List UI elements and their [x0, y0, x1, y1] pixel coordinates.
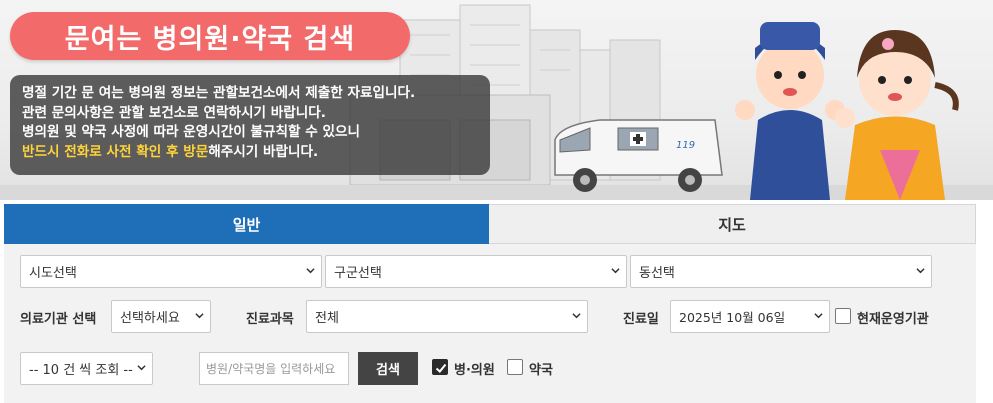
gugun-select[interactable]: 구군선택	[325, 255, 627, 288]
open-now-label: 현재운영기관	[857, 312, 929, 327]
boy-character-illustration	[735, 22, 845, 200]
date-select[interactable]: 2025년 10월 06일	[670, 300, 830, 333]
chevron-down-icon	[137, 364, 146, 370]
girl-character-illustration	[835, 30, 959, 200]
pharmacy-checkbox[interactable]	[507, 359, 523, 375]
chevron-down-icon	[572, 312, 581, 318]
dong-select-value: 동선택	[639, 266, 675, 281]
search-filter-panel: 시도선택 구군선택 동선택 의료기관 선택 선택하세요 진료과목 전체 진료일 …	[4, 244, 976, 403]
view-tabs: 일반 지도	[4, 204, 976, 244]
notice-box: 명절 기간 문 여는 병의원 정보는 관할보건소에서 제출한 자료입니다. 관련…	[10, 75, 490, 175]
department-select-value: 전체	[315, 311, 339, 326]
hospital-checkbox[interactable]	[432, 359, 448, 375]
chevron-down-icon	[306, 267, 315, 273]
tab-general[interactable]: 일반	[4, 204, 489, 244]
page-size-select[interactable]: -- 10 건 씩 조회 --	[20, 352, 153, 385]
ambulance-illustration: 119	[554, 119, 723, 192]
chevron-down-icon	[195, 312, 204, 318]
hospital-label: 병·의원	[454, 363, 495, 378]
open-now-checkbox[interactable]	[835, 308, 851, 324]
chevron-down-icon	[916, 267, 925, 273]
notice-highlight: 반드시 전화로 사전 확인 후 방문	[22, 143, 209, 160]
notice-line-rest: 해주시기 바랍니다.	[208, 143, 319, 160]
sido-select-value: 시도선택	[29, 266, 77, 281]
department-select[interactable]: 전체	[306, 300, 588, 333]
date-label: 진료일	[623, 312, 659, 327]
pharmacy-label: 약국	[529, 363, 553, 378]
gugun-select-value: 구군선택	[334, 266, 382, 281]
search-input[interactable]	[199, 352, 349, 385]
department-label: 진료과목	[246, 312, 294, 327]
institution-label: 의료기관 선택	[20, 312, 97, 327]
date-select-value: 2025년 10월 06일	[679, 310, 786, 325]
institution-select[interactable]: 선택하세요	[111, 300, 211, 333]
chevron-down-icon	[611, 267, 620, 273]
page-size-select-value: -- 10 건 씩 조회 --	[29, 363, 133, 378]
institution-select-value: 선택하세요	[120, 311, 180, 326]
hero-banner: 119 문여는 병의원·약국 검색 명절 기간 문 여는 병의원 정보는 관할보…	[0, 0, 993, 200]
search-button[interactable]: 검색	[358, 352, 418, 385]
dong-select[interactable]: 동선택	[630, 255, 932, 288]
notice-line: 반드시 전화로 사전 확인 후 방문해주시기 바랍니다.	[22, 143, 490, 163]
svg-text:119: 119	[676, 140, 695, 151]
page-title: 문여는 병의원·약국 검색	[10, 12, 410, 60]
chevron-down-icon	[814, 312, 823, 318]
notice-line: 병의원 및 약국 사정에 따라 운영시간이 불규칙할 수 있으니	[22, 124, 361, 140]
check-icon	[435, 363, 447, 373]
tab-map[interactable]: 지도	[489, 204, 976, 244]
notice-line: 명절 기간 문 여는 병의원 정보는 관할보건소에서 제출한 자료입니다.	[22, 85, 416, 101]
sido-select[interactable]: 시도선택	[20, 255, 322, 288]
notice-line: 관련 문의사항은 관할 보건소로 연락하시기 바랍니다.	[22, 104, 326, 121]
